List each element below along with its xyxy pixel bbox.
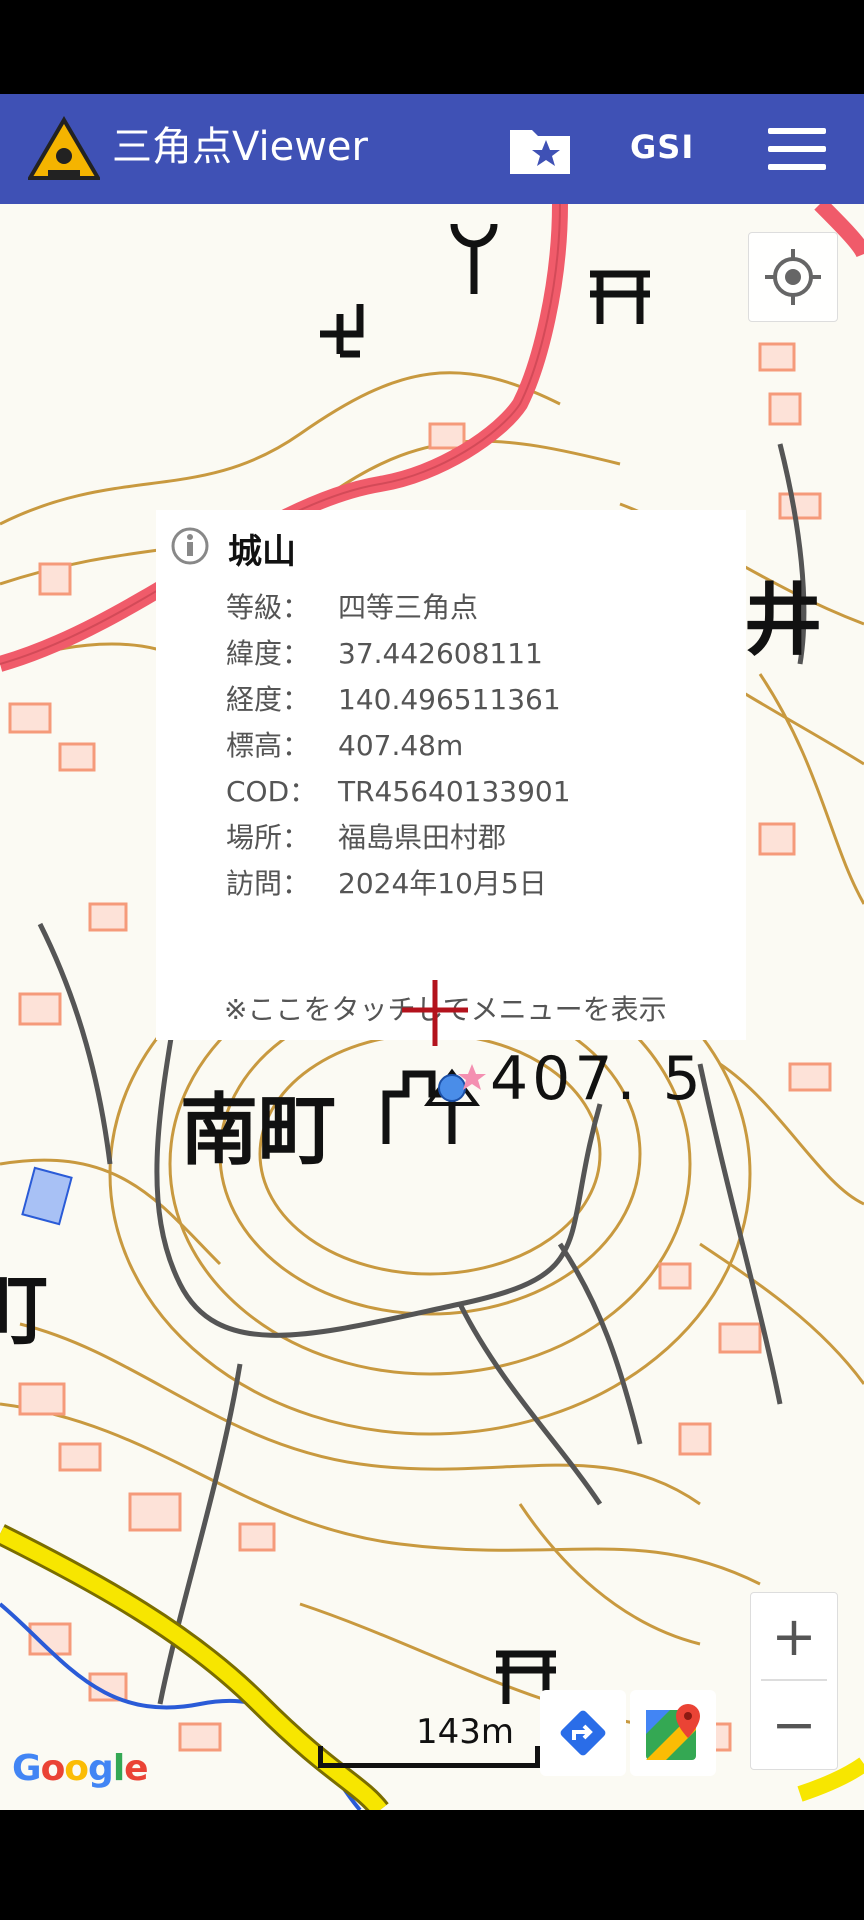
field-grade: 等級： 四等三角点 <box>226 591 479 624</box>
crosshair-target-icon <box>765 249 821 305</box>
zoom-in-button[interactable]: + <box>751 1593 837 1679</box>
zoom-controls: + − <box>750 1592 838 1770</box>
navigation-bar <box>0 1810 864 1920</box>
google-attribution: Google <box>12 1748 149 1789</box>
gsi-map-button[interactable]: GSI <box>630 128 694 166</box>
app-bar: 三角点Viewer GSI <box>0 94 864 204</box>
map-scale: 143m <box>318 1712 544 1774</box>
elevation-label: 407. 5 <box>490 1044 705 1114</box>
folder-star-icon[interactable] <box>508 122 572 178</box>
info-icon <box>171 527 209 565</box>
hamburger-menu-icon[interactable] <box>768 128 826 170</box>
zoom-out-button[interactable]: − <box>751 1681 837 1767</box>
directions-icon <box>560 1710 606 1756</box>
map-label-edge-left: 町 <box>0 1265 49 1356</box>
orion-triangle-logo[interactable] <box>28 116 100 182</box>
point-name: 城山 <box>228 532 296 572</box>
field-latitude: 緯度： 37.442608111 <box>226 637 543 670</box>
field-code: COD： TR45640133901 <box>226 775 571 808</box>
center-crosshair-icon <box>402 980 468 1046</box>
field-location: 場所： 福島県田村郡 <box>226 821 507 854</box>
scale-bar <box>318 1746 540 1768</box>
field-longitude: 経度： 140.496511361 <box>226 683 561 716</box>
map-label-edge-right: 井 <box>744 575 823 666</box>
status-bar <box>0 0 864 94</box>
google-maps-button[interactable] <box>630 1690 716 1776</box>
field-visited: 訪問： 2024年10月5日 <box>226 867 547 900</box>
point-info-popup[interactable]: 城山 等級： 四等三角点 緯度： 37.442608111 経度： 140.49651… <box>156 510 746 1040</box>
my-location-button[interactable] <box>748 232 838 322</box>
app-title: 三角点Viewer <box>112 124 368 170</box>
field-elevation: 標高： 407.48m <box>226 729 464 762</box>
map-label-town: 南町 <box>180 1085 337 1176</box>
google-maps-icon <box>646 1704 700 1760</box>
directions-button[interactable] <box>540 1690 626 1776</box>
